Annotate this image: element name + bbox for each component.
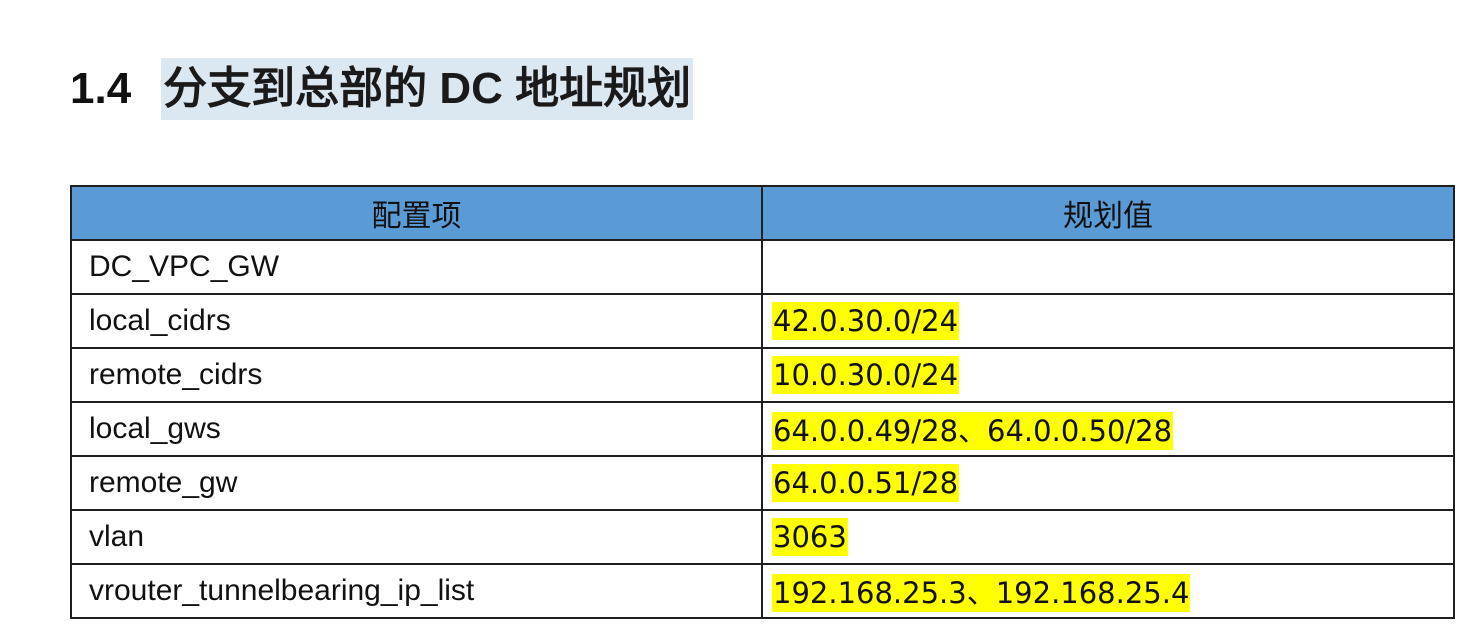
table-row: local_gws 64.0.0.49/28、64.0.0.50/28 [70, 401, 1455, 457]
table-row: remote_cidrs 10.0.30.0/24 [70, 347, 1455, 403]
row-value: 192.168.25.3、192.168.25.4 [761, 563, 1455, 619]
header-config-item: 配置项 [70, 185, 763, 241]
section-title: 分支到总部的 DC 地址规划 [161, 58, 694, 120]
section-number: 1.4 [70, 64, 132, 113]
table-row: remote_gw 64.0.0.51/28 [70, 455, 1455, 511]
row-value-highlighted: 192.168.25.3、192.168.25.4 [772, 574, 1191, 612]
row-value-highlighted: 64.0.0.51/28 [772, 463, 960, 502]
row-value-highlighted: 64.0.0.49/28、64.0.0.50/28 [772, 412, 1174, 450]
row-value: 64.0.0.51/28 [761, 455, 1455, 511]
row-value-highlighted: 10.0.30.0/24 [772, 355, 960, 394]
table-row: local_cidrs 42.0.30.0/24 [70, 293, 1455, 349]
table-row: vlan 3063 [70, 509, 1455, 565]
config-table: 配置项 规划值 DC_VPC_GW local_cidrs 42.0.30.0/… [70, 185, 1455, 619]
row-key: DC_VPC_GW [70, 239, 763, 295]
row-value: 10.0.30.0/24 [761, 347, 1455, 403]
row-key: local_gws [70, 401, 763, 457]
config-table-container: 配置项 规划值 DC_VPC_GW local_cidrs 42.0.30.0/… [70, 185, 1455, 619]
row-value: 64.0.0.49/28、64.0.0.50/28 [761, 401, 1455, 457]
header-planned-value: 规划值 [761, 185, 1455, 241]
row-value: 42.0.30.0/24 [761, 293, 1455, 349]
row-value [761, 239, 1455, 295]
section-heading: 1.4 分支到总部的 DC 地址规划 [70, 58, 694, 120]
row-key: vlan [70, 509, 763, 565]
row-key: vrouter_tunnelbearing_ip_list [70, 563, 763, 619]
row-key: remote_cidrs [70, 347, 763, 403]
row-key: remote_gw [70, 455, 763, 511]
table-header-row: 配置项 规划值 [70, 185, 1455, 241]
row-value: 3063 [761, 509, 1455, 565]
row-key: local_cidrs [70, 293, 763, 349]
table-row: vrouter_tunnelbearing_ip_list 192.168.25… [70, 563, 1455, 619]
table-row: DC_VPC_GW [70, 239, 1455, 295]
row-value-highlighted: 3063 [772, 517, 848, 556]
row-value-highlighted: 42.0.30.0/24 [772, 301, 960, 340]
